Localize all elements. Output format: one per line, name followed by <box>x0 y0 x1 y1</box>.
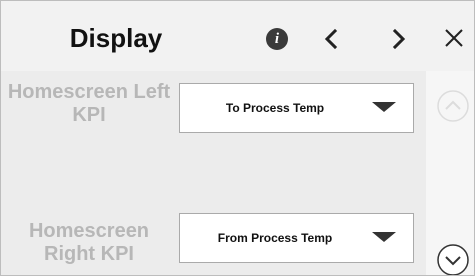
scroll-up-icon[interactable] <box>436 89 470 123</box>
right-kpi-label: Homescreen Right KPI <box>28 220 150 265</box>
left-kpi-value: To Process Temp <box>225 101 325 115</box>
info-icon[interactable]: i <box>266 28 288 50</box>
left-kpi-dropdown[interactable]: To Process Temp <box>179 83 414 133</box>
dialog-header: Display i <box>1 1 474 71</box>
left-kpi-label: Homescreen Left KPI <box>7 81 171 126</box>
page-title: Display <box>69 23 163 53</box>
right-kpi-dropdown[interactable]: From Process Temp <box>179 213 414 263</box>
right-kpi-value: From Process Temp <box>217 231 333 245</box>
chevron-right-icon[interactable] <box>385 26 411 52</box>
close-icon[interactable] <box>441 25 467 51</box>
dropdown-arrow-icon <box>372 102 396 112</box>
scroll-down-icon[interactable] <box>436 243 470 276</box>
dropdown-arrow-icon <box>372 232 396 242</box>
chevron-left-icon[interactable] <box>319 26 345 52</box>
display-dialog: Display i Homescreen Left KPI To Process… <box>0 0 475 276</box>
